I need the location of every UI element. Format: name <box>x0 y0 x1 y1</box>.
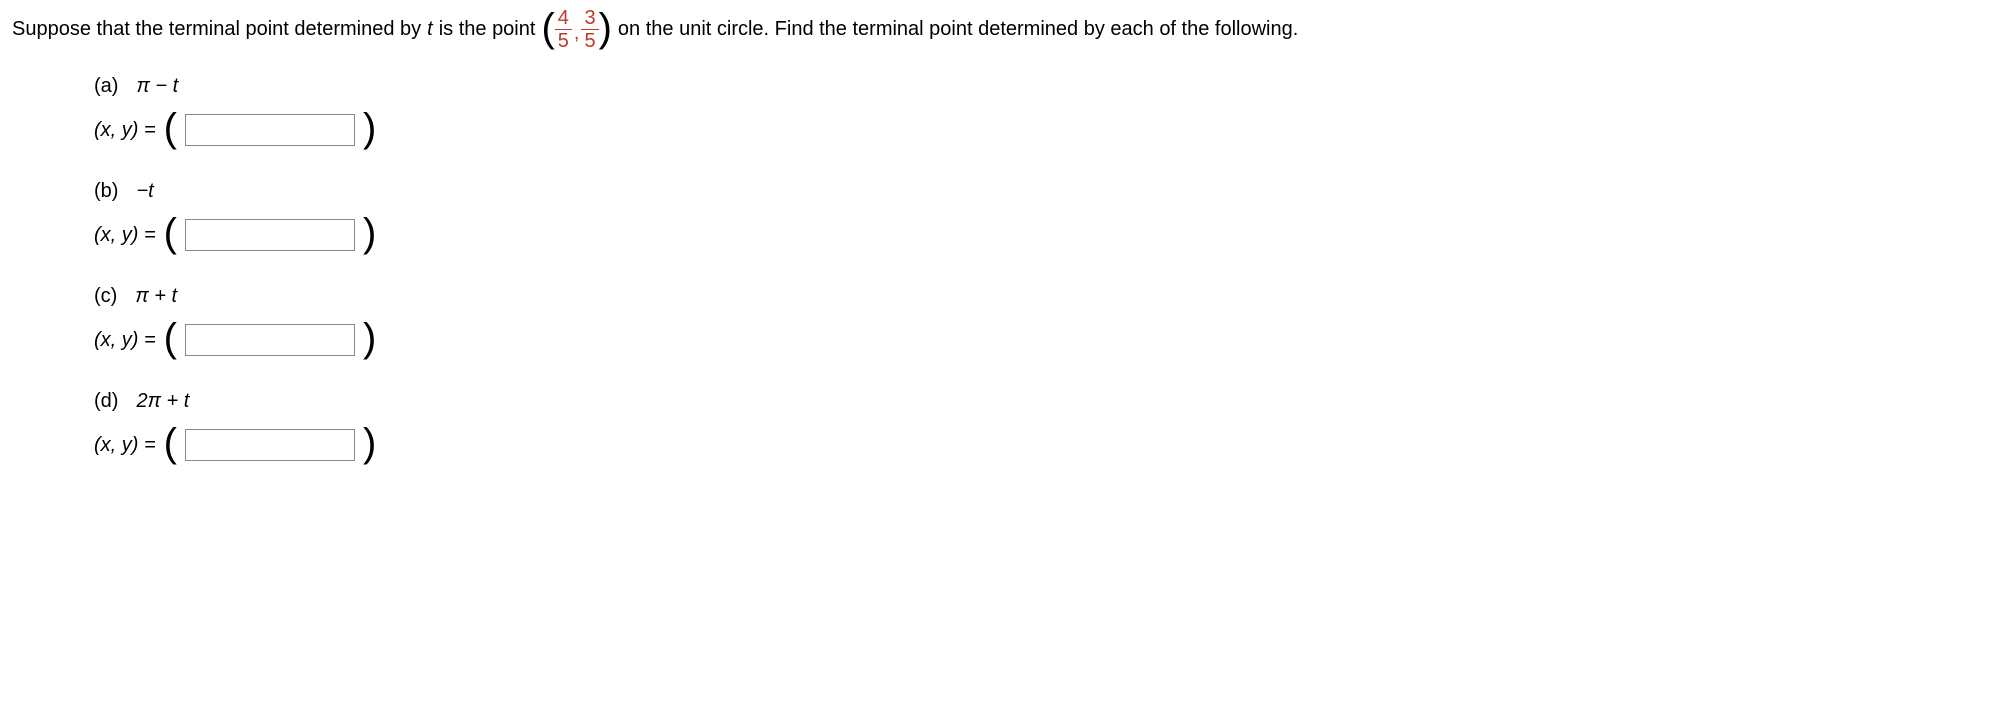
answer-input-d[interactable] <box>185 429 355 461</box>
answer-row: (x, y) = ( ) <box>94 320 1993 360</box>
prompt-mid: is the point <box>439 16 536 43</box>
xy-equals-label: (x, y) = <box>94 432 156 459</box>
part-expression: π + t <box>135 283 177 310</box>
variable-t: t <box>427 16 433 43</box>
close-paren-icon: ) <box>363 423 376 463</box>
close-paren-icon: ) <box>363 318 376 358</box>
answer-row: (x, y) = ( ) <box>94 215 1993 255</box>
xy-equals-label: (x, y) = <box>94 327 156 354</box>
part-d: (d) 2π + t (x, y) = ( ) <box>94 388 1993 465</box>
prompt-post: on the unit circle. Find the terminal po… <box>618 16 1298 43</box>
prompt-pre: Suppose that the terminal point determin… <box>12 16 421 43</box>
fraction-numerator: 4 <box>555 8 572 29</box>
answer-row: (x, y) = ( ) <box>94 425 1993 465</box>
part-heading: (b) −t <box>94 178 1993 205</box>
fraction-denominator: 5 <box>581 29 598 51</box>
close-paren-icon: ) <box>363 213 376 253</box>
question-page: Suppose that the terminal point determin… <box>0 0 2005 517</box>
part-expression: 2π + t <box>136 388 189 415</box>
open-paren-icon: ( <box>164 318 177 358</box>
xy-equals-label: (x, y) = <box>94 117 156 144</box>
part-a: (a) π − t (x, y) = ( ) <box>94 73 1993 150</box>
part-b: (b) −t (x, y) = ( ) <box>94 178 1993 255</box>
part-heading: (c) π + t <box>94 283 1993 310</box>
part-expression: −t <box>136 178 153 205</box>
part-label: (d) <box>94 388 118 415</box>
answer-input-c[interactable] <box>185 324 355 356</box>
comma: , <box>574 20 580 51</box>
open-paren-icon: ( <box>164 108 177 148</box>
part-label: (c) <box>94 283 117 310</box>
answer-row: (x, y) = ( ) <box>94 110 1993 150</box>
xy-equals-label: (x, y) = <box>94 222 156 249</box>
part-expression: π − t <box>136 73 178 100</box>
fraction-3-over-5: 3 5 <box>581 8 598 51</box>
part-label: (a) <box>94 73 118 100</box>
fraction-4-over-5: 4 5 <box>555 8 572 51</box>
open-paren-icon: ( <box>164 423 177 463</box>
problem-statement: Suppose that the terminal point determin… <box>12 8 1993 51</box>
part-c: (c) π + t (x, y) = ( ) <box>94 283 1993 360</box>
open-paren-icon: ( <box>541 8 554 48</box>
fraction-denominator: 5 <box>555 29 572 51</box>
fraction-numerator: 3 <box>581 8 598 29</box>
open-paren-icon: ( <box>164 213 177 253</box>
parts-list: (a) π − t (x, y) = ( ) (b) −t (x, y) = (… <box>94 73 1993 465</box>
point-expression: ( 4 5 , 3 5 ) <box>541 8 611 51</box>
close-paren-icon: ) <box>599 8 612 48</box>
close-paren-icon: ) <box>363 108 376 148</box>
part-heading: (a) π − t <box>94 73 1993 100</box>
part-label: (b) <box>94 178 118 205</box>
answer-input-b[interactable] <box>185 219 355 251</box>
part-heading: (d) 2π + t <box>94 388 1993 415</box>
answer-input-a[interactable] <box>185 114 355 146</box>
